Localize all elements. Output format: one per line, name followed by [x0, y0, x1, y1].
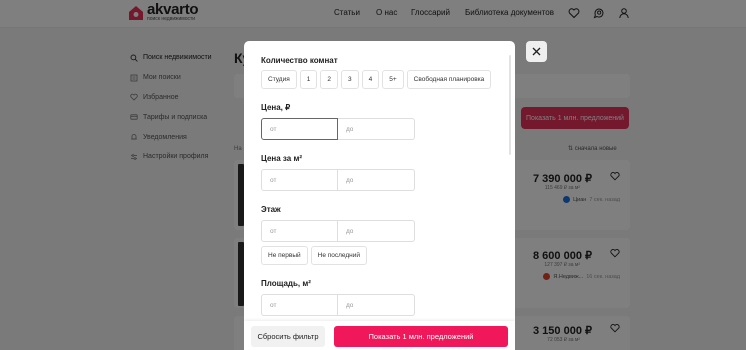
floor-not-first-option[interactable]: Не первый	[261, 246, 308, 265]
price-from-input[interactable]	[261, 118, 338, 140]
area-to-input[interactable]	[338, 294, 415, 316]
rooms-options: Студия 1 2 3 4 5+ Свободная планировка	[261, 70, 492, 89]
floor-from-input[interactable]	[261, 220, 338, 242]
rooms-option-1[interactable]: 1	[299, 70, 318, 89]
close-modal-button[interactable]	[526, 41, 547, 62]
filter-modal: Количество комнат Студия 1 2 3 4 5+ Своб…	[244, 41, 515, 350]
rooms-option-2[interactable]: 2	[320, 70, 338, 89]
close-icon	[532, 47, 541, 56]
rooms-option-free-layout[interactable]: Свободная планировка	[406, 70, 492, 89]
price-range	[261, 118, 415, 140]
filter-modal-body[interactable]: Количество комнат Студия 1 2 3 4 5+ Своб…	[244, 41, 515, 321]
reset-filter-button[interactable]: Сбросить фильтр	[251, 326, 325, 347]
floor-options: Не первый Не последний	[261, 246, 368, 265]
floor-range	[261, 220, 415, 242]
rooms-option-4[interactable]: 4	[361, 70, 380, 89]
area-title: Площадь, м²	[261, 279, 311, 288]
show-offers-button[interactable]: Показать 1 млн. предложений	[334, 326, 508, 347]
floor-to-input[interactable]	[338, 220, 415, 242]
floor-not-last-option[interactable]: Не последний	[310, 246, 368, 265]
modal-scrollbar[interactable]	[509, 55, 511, 155]
rooms-option-studio[interactable]: Студия	[261, 70, 297, 89]
area-from-input[interactable]	[261, 294, 338, 316]
modal-footer: Сбросить фильтр Показать 1 млн. предложе…	[244, 321, 515, 350]
rooms-option-5-plus[interactable]: 5+	[382, 70, 404, 89]
rooms-option-3[interactable]: 3	[340, 70, 359, 89]
rooms-title: Количество комнат	[261, 56, 338, 65]
price-per-sqm-range	[261, 169, 415, 191]
price-title: Цена, ₽	[261, 103, 291, 112]
price-per-sqm-title: Цена за м²	[261, 154, 303, 163]
floor-title: Этаж	[261, 205, 281, 214]
price-per-sqm-to-input[interactable]	[338, 169, 415, 191]
price-to-input[interactable]	[338, 118, 415, 140]
price-per-sqm-from-input[interactable]	[261, 169, 338, 191]
area-range	[261, 294, 415, 316]
